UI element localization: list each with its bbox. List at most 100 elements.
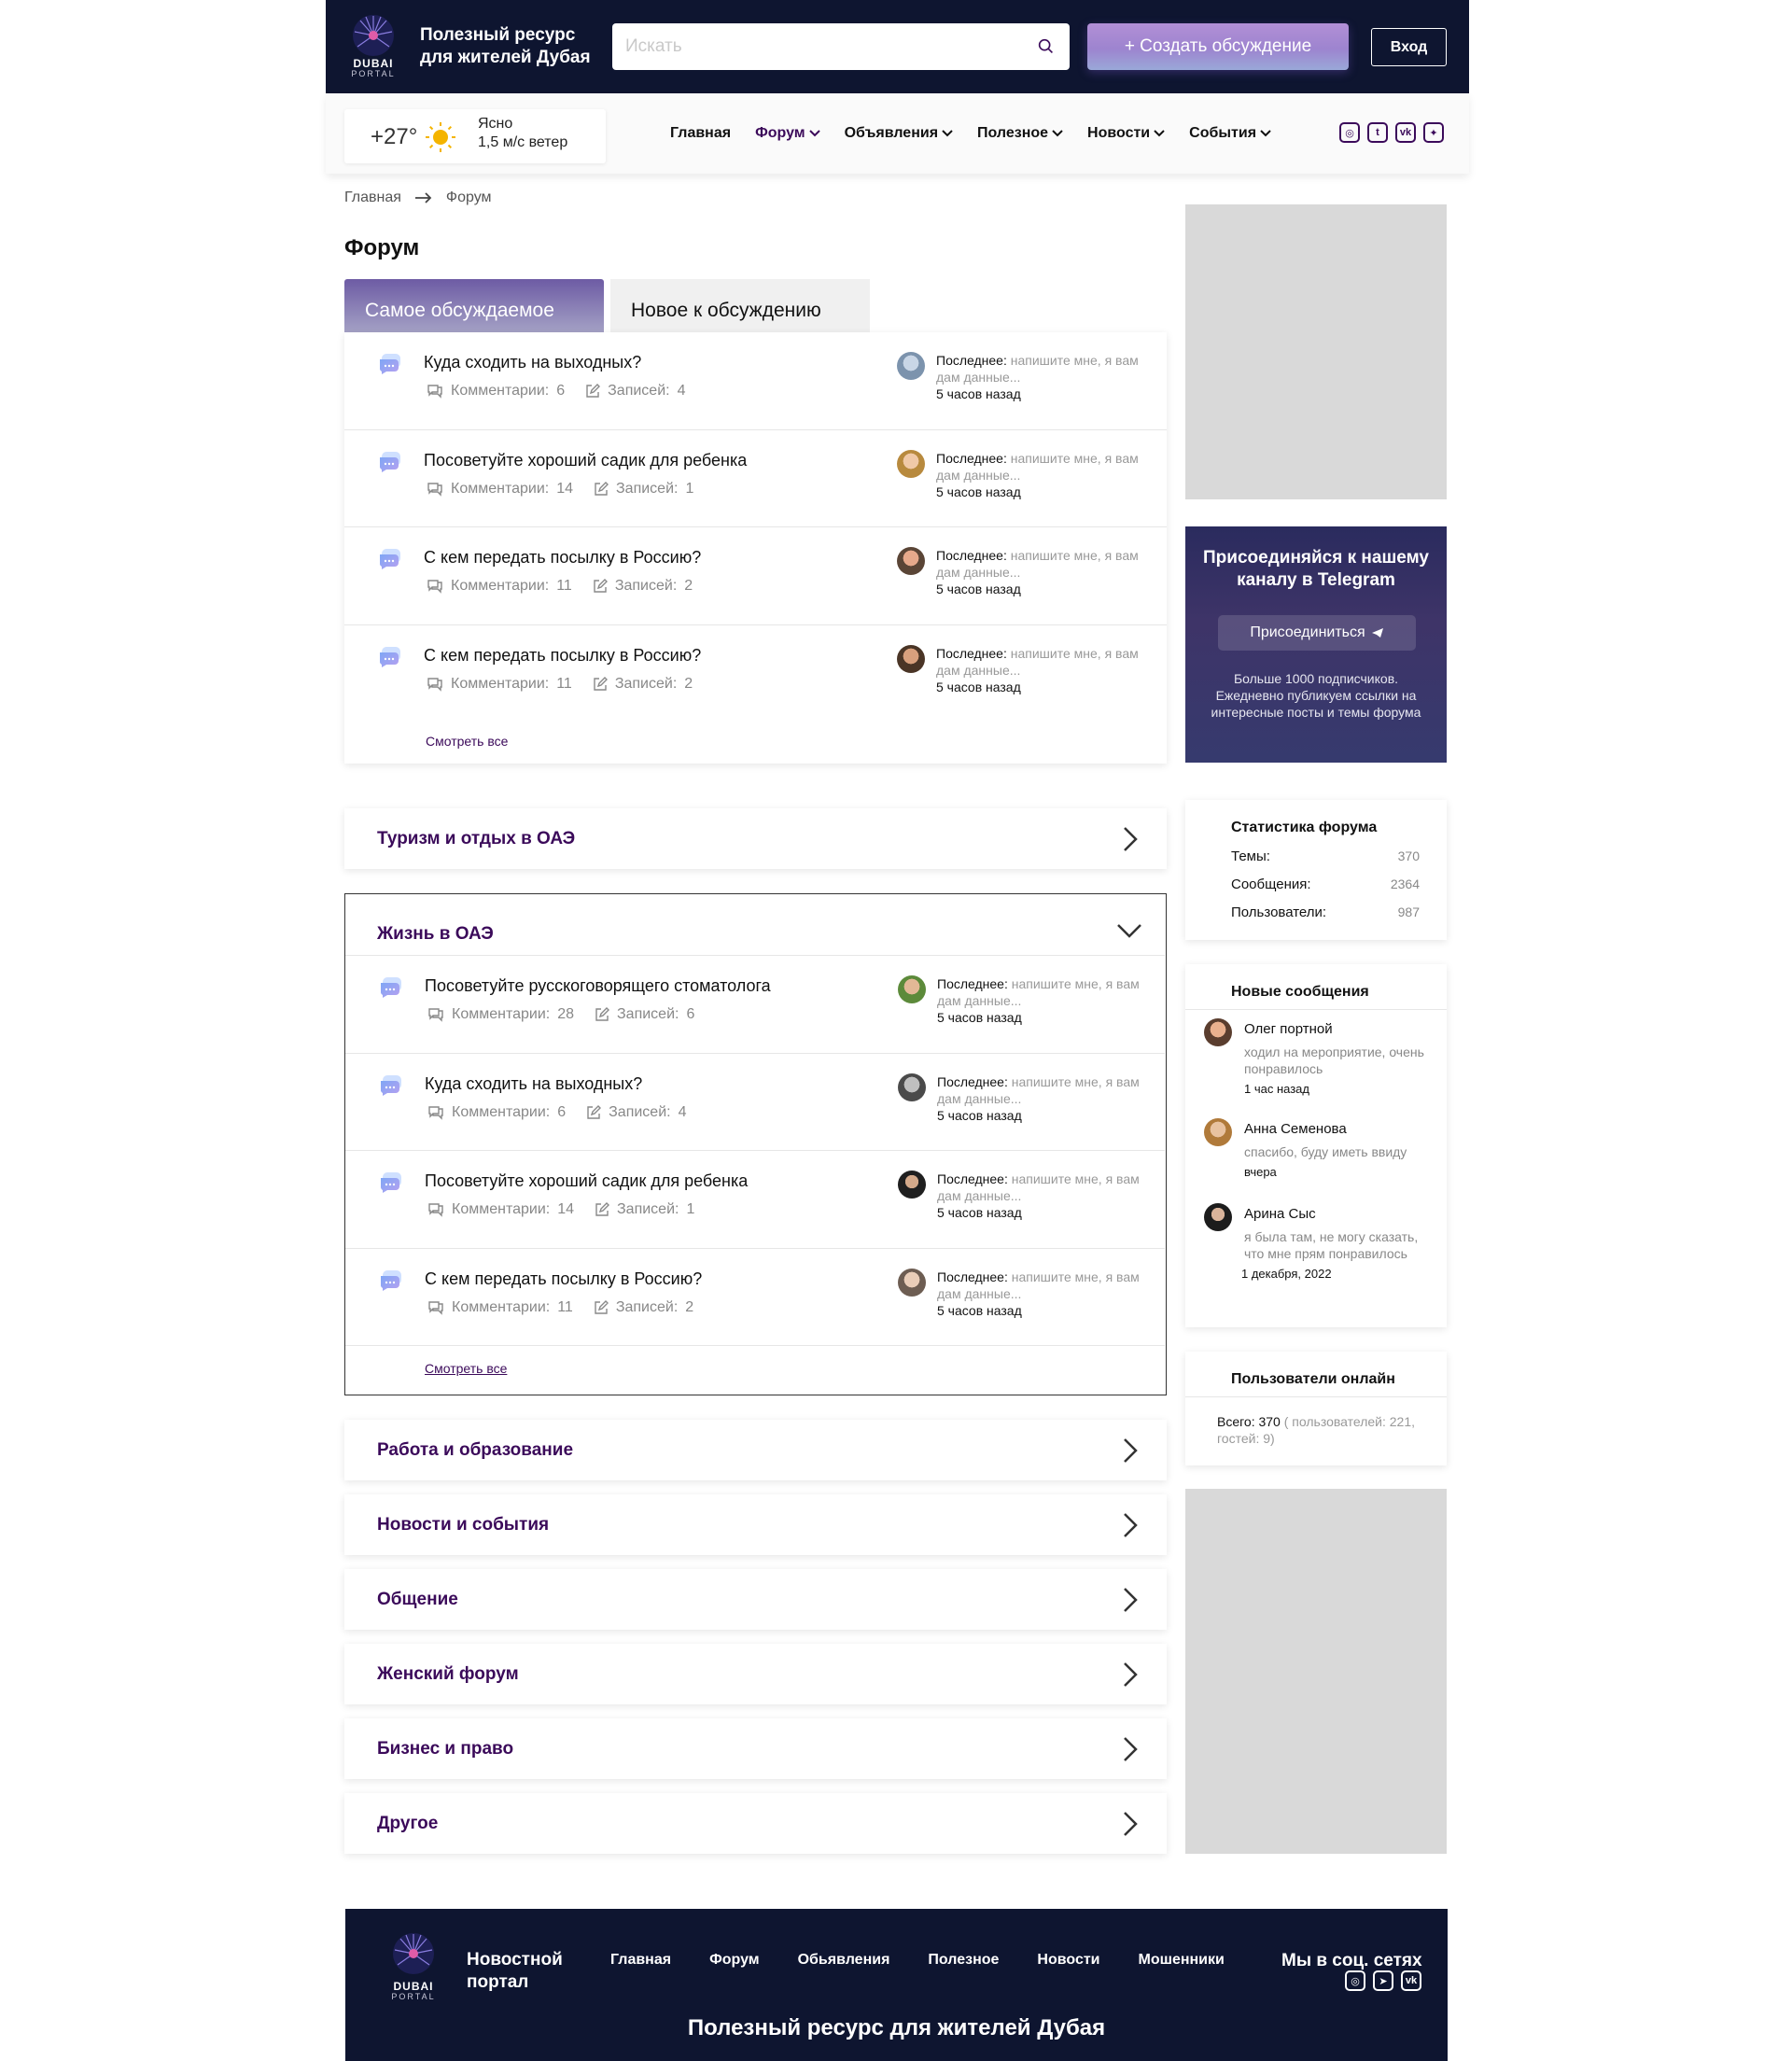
- topic-row[interactable]: Куда сходить на выходных? Комментарии: 6 …: [345, 1054, 1165, 1151]
- section-tourism[interactable]: Туризм и отдых в ОАЭ: [344, 808, 1167, 869]
- chat-bubble-icon: [380, 1172, 401, 1193]
- see-all-link[interactable]: Смотреть все: [425, 1361, 507, 1376]
- message-item[interactable]: Олег портной ходил на мероприятие, очень…: [1204, 1018, 1437, 1102]
- message-item[interactable]: Арина Сыс я была там, не могу сказать, ч…: [1204, 1203, 1437, 1287]
- topic-posts: Записей: 2: [593, 578, 693, 595]
- topic-comments: Комментарии: 14: [427, 481, 573, 498]
- logo-subtext: PORTAL: [391, 1992, 436, 2001]
- new-messages-title: Новые сообщения: [1231, 984, 1369, 1000]
- section-title[interactable]: Жизнь в ОАЭ: [377, 924, 494, 945]
- vk-icon[interactable]: vk: [1401, 1970, 1421, 1991]
- message-text: спасибо, буду иметь ввиду: [1244, 1144, 1407, 1159]
- topic-title[interactable]: Куда сходить на выходных?: [425, 1074, 642, 1094]
- chevron-right-icon: [1124, 1438, 1138, 1463]
- footer-link-forum[interactable]: Форум: [709, 1952, 760, 1969]
- topic-title[interactable]: Куда сходить на выходных?: [424, 353, 641, 372]
- telegram-promo: Присоединяйся к нашему каналу в Telegram…: [1185, 526, 1447, 763]
- topic-row[interactable]: С кем передать посылку в Россию? Коммент…: [344, 527, 1167, 625]
- logo-subtext: PORTAL: [351, 69, 396, 78]
- section-life-expanded: Жизнь в ОАЭ Посоветуйте русскоговорящего…: [344, 893, 1167, 1395]
- site-logo[interactable]: DUBAI PORTAL: [348, 13, 399, 80]
- logo-burst-icon: [353, 15, 394, 56]
- search-input[interactable]: [625, 36, 1036, 57]
- instagram-icon[interactable]: ◎: [1339, 122, 1360, 143]
- vk-icon[interactable]: vk: [1395, 122, 1416, 143]
- create-discussion-button[interactable]: + Создать обсуждение: [1087, 23, 1349, 70]
- footer-link-ads[interactable]: Обьявления: [798, 1952, 890, 1969]
- section-work[interactable]: Работа и образование: [344, 1420, 1167, 1480]
- nav-item-useful[interactable]: Полезное: [977, 125, 1063, 142]
- topic-title[interactable]: С кем передать посылку в Россию?: [424, 548, 701, 568]
- section-other[interactable]: Другое: [344, 1793, 1167, 1854]
- search-icon[interactable]: [1036, 36, 1057, 57]
- nav-item-forum[interactable]: Форум: [755, 125, 820, 142]
- nav-item-ads[interactable]: Объявления: [845, 125, 953, 142]
- footer-portal-name: Новостной портал: [467, 1950, 563, 1992]
- posts-label: Записей:: [614, 675, 678, 692]
- avatar: [898, 1171, 926, 1199]
- topic-row[interactable]: Куда сходить на выходных? Комментарии: 6 …: [344, 332, 1167, 430]
- weather-temperature: +27°: [371, 124, 418, 149]
- section-talk[interactable]: Общение: [344, 1569, 1167, 1630]
- nav-bar: +27° Ясно 1,5 м/с ветер Главная Форум Об…: [326, 93, 1469, 174]
- footer-link-home[interactable]: Главная: [610, 1952, 671, 1969]
- stat-value: 2364: [1390, 876, 1420, 891]
- comments-icon: [428, 1008, 443, 1022]
- online-total: Всего: 370: [1217, 1414, 1281, 1429]
- tumblr-icon[interactable]: t: [1367, 122, 1388, 143]
- topic-posts: Записей: 1: [595, 1201, 694, 1218]
- nav-item-label: Объявления: [844, 125, 939, 141]
- footer-link-scammers[interactable]: Мошенники: [1139, 1952, 1225, 1969]
- section-title: Женский форум: [377, 1664, 519, 1684]
- footer-logo[interactable]: DUBAI PORTAL: [388, 1931, 439, 2001]
- topic-title[interactable]: Посоветуйте хороший садик для ребенка: [425, 1171, 748, 1191]
- online-title: Пользователи онлайн: [1231, 1371, 1395, 1387]
- divider: [1185, 1009, 1447, 1010]
- topic-row[interactable]: С кем передать посылку в Россию? Коммент…: [345, 1249, 1165, 1346]
- see-all-link[interactable]: Смотреть все: [426, 734, 508, 749]
- comments-count: 11: [556, 675, 572, 692]
- comments-label: Комментарии:: [452, 1201, 551, 1217]
- topic-row[interactable]: Посоветуйте русскоговорящего стоматолога…: [345, 956, 1165, 1054]
- search-box[interactable]: [612, 23, 1070, 70]
- breadcrumb-home[interactable]: Главная: [344, 189, 401, 206]
- nav-item-news[interactable]: Новости: [1087, 125, 1165, 142]
- topic-title[interactable]: С кем передать посылку в Россию?: [424, 646, 701, 666]
- chat-bubble-icon: [379, 646, 400, 667]
- sun-icon: [426, 122, 455, 152]
- posts-label: Записей:: [614, 578, 678, 594]
- topic-title[interactable]: Посоветуйте русскоговорящего стоматолога: [425, 976, 771, 996]
- stat-value: 370: [1397, 848, 1420, 863]
- footer-nav: Главная Форум Обьявления Полезное Новост…: [610, 1952, 1263, 1969]
- nav-item-home[interactable]: Главная: [670, 125, 731, 142]
- section-news[interactable]: Новости и события: [344, 1494, 1167, 1555]
- instagram-icon[interactable]: ◎: [1345, 1970, 1365, 1991]
- footer-link-news[interactable]: Новости: [1037, 1952, 1099, 1969]
- topic-title[interactable]: Посоветуйте хороший садик для ребенка: [424, 451, 747, 470]
- topic-row[interactable]: С кем передать посылку в Россию? Коммент…: [344, 625, 1167, 723]
- avatar: [898, 975, 926, 1003]
- message-item[interactable]: Анна Семенова спасибо, буду иметь ввиду …: [1204, 1118, 1437, 1184]
- chevron-down-icon[interactable]: [1115, 922, 1143, 939]
- chevron-right-icon: [1124, 827, 1138, 851]
- section-women[interactable]: Женский форум: [344, 1644, 1167, 1704]
- twitter-icon[interactable]: ✦: [1423, 122, 1444, 143]
- telegram-icon[interactable]: ➤: [1373, 1970, 1393, 1991]
- arrow-right-icon: [414, 192, 432, 203]
- comments-label: Комментарии:: [451, 480, 550, 497]
- nav-item-events[interactable]: События: [1189, 125, 1271, 142]
- section-business[interactable]: Бизнес и право: [344, 1718, 1167, 1779]
- edit-icon: [586, 384, 601, 398]
- posts-count: 1: [686, 1201, 695, 1217]
- posts-count: 6: [686, 1006, 695, 1022]
- footer-link-useful[interactable]: Полезное: [928, 1952, 999, 1969]
- login-button[interactable]: Вход: [1371, 28, 1447, 66]
- tab-new-discussions[interactable]: Новое к обсуждению: [610, 279, 870, 332]
- last-label: Последнее:: [937, 1073, 1008, 1089]
- topic-row[interactable]: Посоветуйте хороший садик для ребенка Ко…: [345, 1151, 1165, 1249]
- stat-label: Темы:: [1231, 848, 1270, 864]
- tab-most-discussed[interactable]: Самое обсуждаемое: [344, 279, 604, 332]
- telegram-join-button[interactable]: Присоединиться: [1218, 615, 1416, 651]
- topic-row[interactable]: Посоветуйте хороший садик для ребенка Ко…: [344, 430, 1167, 527]
- topic-title[interactable]: С кем передать посылку в Россию?: [425, 1269, 702, 1289]
